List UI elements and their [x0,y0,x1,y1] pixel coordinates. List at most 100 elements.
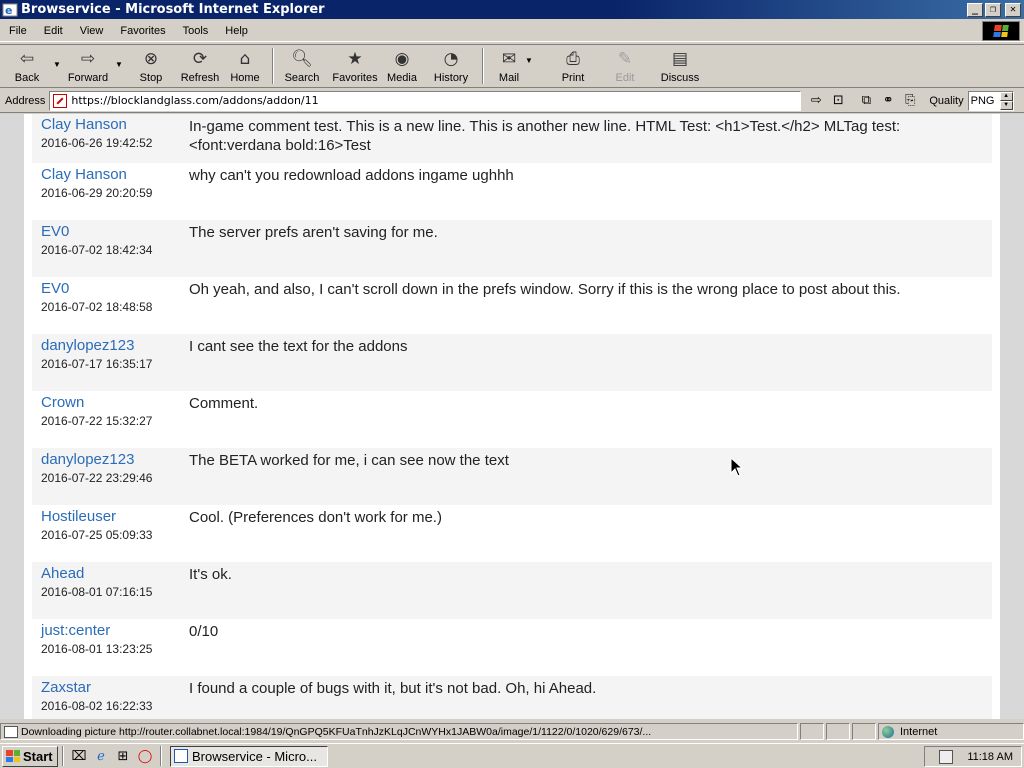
ie-icon[interactable]: ℯ [92,747,110,765]
edit-button[interactable]: ✎ Edit [612,48,638,86]
comment-author-link[interactable]: Zaxstar [41,679,189,697]
address-bar: Address ⇨ ⊡ ⧉ ⚭ ⎘ Quality PNG ▲ ▼ [0,89,1024,113]
comment-date: 2016-08-01 07:16:15 [41,585,153,599]
back-dropdown-icon[interactable]: ▼ [52,60,62,69]
spin-down-icon[interactable]: ▼ [999,100,1013,110]
search-icon: 🔍︎ [291,48,313,69]
opera-icon[interactable]: ◯ [136,747,154,765]
quality-select[interactable]: PNG ▲ ▼ [967,90,1014,111]
tray-app-icon[interactable] [939,749,954,764]
windows-flag-icon [6,750,20,762]
mail-dropdown-icon[interactable]: ▼ [524,56,534,65]
comment: Ahead 2016-08-01 07:16:15 It's ok. [32,562,992,619]
page-content: Clay Hanson 2016-06-26 19:42:52 In-game c… [0,114,1024,719]
comment-text: The server prefs aren't saving for me. [189,224,438,241]
comment-date: 2016-07-25 05:09:33 [41,528,153,542]
comment-author-link[interactable]: EV0 [41,223,189,241]
comment-author-link[interactable]: Clay Hanson [41,116,189,134]
binoculars-icon[interactable]: ⚭ [879,92,897,110]
comment-date: 2016-08-01 13:23:25 [41,642,153,656]
print-button[interactable]: ⎙ Print [560,48,586,86]
clipboard-icon[interactable]: ⎘ [901,92,919,110]
comment-text: I cant see the text for the addons [189,338,408,355]
comment: just:center 2016-08-01 13:23:25 0/10 [32,619,992,676]
quality-value: PNG [970,94,995,107]
comment-author-link[interactable]: Ahead [41,565,189,583]
comment-text: Cool. (Preferences don't work for me.) [189,509,442,526]
favorites-folder-icon: ★ [347,48,363,69]
media-button[interactable]: ◉ Media [386,48,418,86]
ie-app-icon[interactable]: e [2,2,18,18]
menu-view[interactable]: View [71,25,112,37]
menu-file[interactable]: File [0,25,35,37]
system-tray: 11:18 AM [924,746,1022,767]
document-icon [4,725,18,738]
comment-author-link[interactable]: Crown [41,394,189,412]
menu-bar: File Edit View Favorites Tools Help [0,20,1024,42]
windows-logo [982,21,1020,41]
toolbar-separator [482,48,484,84]
menu-tools[interactable]: Tools [174,25,217,37]
comment-author-link[interactable]: Clay Hanson [41,166,189,184]
start-label: Start [23,748,53,764]
comment: EV0 2016-07-02 18:42:34 The server prefs … [32,220,992,277]
ie-window-icon [174,749,188,763]
refresh-button[interactable]: ⟳ Refresh [180,48,220,86]
history-button[interactable]: ◔ History [432,48,470,86]
comment-author-link[interactable]: just:center [41,622,189,640]
spin-up-icon[interactable]: ▲ [999,91,1013,101]
menu-favorites[interactable]: Favorites [111,25,173,37]
security-zone[interactable]: Internet [878,723,1024,740]
comment: danylopez123 2016-07-22 23:29:46 The BETA… [32,448,992,505]
discuss-button[interactable]: ▤ Discuss [661,48,700,86]
comment-text: Oh yeah, and also, I can't scroll down i… [189,281,901,298]
favorites-button[interactable]: ★ Favorites [332,48,378,86]
mouse-cursor-icon [730,457,744,477]
comment-date: 2016-07-22 23:29:46 [41,471,153,485]
forward-button[interactable]: ⇨ Forward [66,48,110,86]
minimize-button[interactable]: _ [967,2,983,17]
comment-author-link[interactable]: EV0 [41,280,189,298]
comment-text: Comment. [189,395,259,412]
restore-button[interactable]: ❐ [985,2,1001,17]
search-button[interactable]: 🔍︎ Search [284,48,320,86]
address-input[interactable] [71,94,752,107]
bookmark-icon[interactable]: ⊡ [829,92,847,110]
title-bar: e Browservice - Microsoft Internet Explo… [0,0,1024,19]
status-pane [826,723,850,740]
forward-dropdown-icon[interactable]: ▼ [114,60,124,69]
refresh-icon: ⟳ [192,48,208,69]
taskbar-separator [160,746,162,766]
desktop-icon[interactable]: ⌧ [70,747,88,765]
quality-label: Quality [929,94,964,107]
comment: Crown 2016-07-22 15:32:27 Comment. [32,391,992,448]
comment-date: 2016-07-02 18:42:34 [41,243,153,257]
home-button[interactable]: ⌂ Home [230,48,260,86]
comment-date: 2016-08-02 16:22:33 [41,699,153,713]
comment-author-link[interactable]: Hostileuser [41,508,189,526]
comments-list: Clay Hanson 2016-06-26 19:42:52 In-game c… [24,114,1000,719]
task-title: Browservice - Micro... [192,748,317,764]
address-field[interactable] [49,90,802,111]
comment-date: 2016-06-26 19:42:52 [41,136,153,150]
back-button[interactable]: ⇦ Back [10,48,44,86]
comment-author-link[interactable]: danylopez123 [41,451,189,469]
find-icon[interactable]: ⧉ [857,92,875,110]
comment: EV0 2016-07-02 18:48:58 Oh yeah, and also… [32,277,992,334]
page-margin-right [1000,114,1024,719]
status-message: Downloading picture http://router.collab… [0,723,798,740]
internet-globe-icon [882,725,894,738]
stop-button[interactable]: ⊗ Stop [136,48,166,86]
network-icon[interactable]: ⊞ [114,747,132,765]
mail-button[interactable]: ✉ Mail [494,48,524,86]
menu-edit[interactable]: Edit [35,25,71,37]
comment: danylopez123 2016-07-17 16:35:17 I cant s… [32,334,992,391]
go-arrow-icon[interactable]: ⇨ [807,92,825,110]
window-title: Browservice - Microsoft Internet Explore… [21,2,325,17]
clock[interactable]: 11:18 AM [967,751,1013,763]
close-button[interactable]: ✕ [1005,2,1021,17]
task-browservice[interactable]: Browservice - Micro... [170,745,328,767]
menu-help[interactable]: Help [216,25,256,37]
comment-author-link[interactable]: danylopez123 [41,337,189,355]
start-button[interactable]: Start [2,745,58,767]
